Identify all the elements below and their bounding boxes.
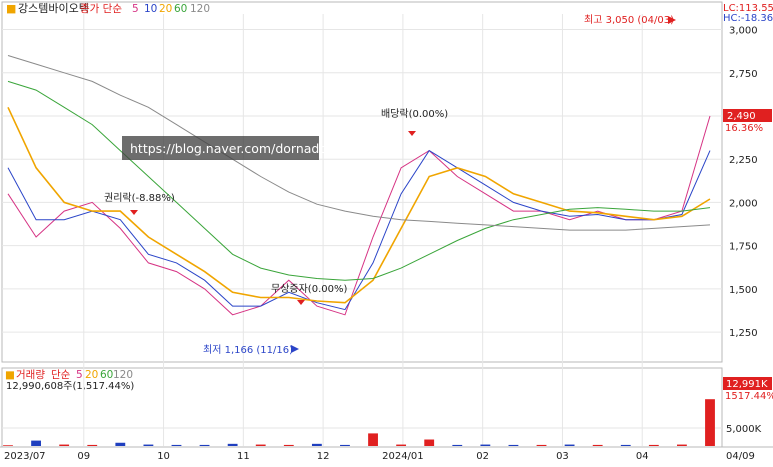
x-tick-label: 04/09 <box>726 451 755 462</box>
volume-bar <box>536 444 547 446</box>
ex-dividend-annotation: 배당락(0.00%) <box>381 108 448 120</box>
volume-bar <box>87 444 98 446</box>
x-tick-label: 09 <box>77 451 90 462</box>
volume-bar <box>227 443 238 446</box>
volume-tag-value: 12,991K <box>726 379 768 390</box>
stock-chart: ■ 강스템바이오텍 종가 단순 5 10 20 60 120 LC:113.55… <box>0 0 773 463</box>
price-tick-label: 2,250 <box>729 155 758 166</box>
x-tick-label: 2023/07 <box>4 451 46 462</box>
volume-legend-ma20: 20 <box>85 369 98 381</box>
volume-bar <box>564 444 575 446</box>
volume-value-readout: 12,990,608주(1,517.44%) <box>6 381 134 392</box>
low-annotation: 최저 1,166 (11/16) <box>203 344 293 356</box>
current-volume-tag: 12,991K 1517.44% <box>723 377 773 402</box>
volume-bar <box>283 444 294 446</box>
x-tick-label: 10 <box>157 451 170 462</box>
legend-marker-icon: ■ <box>5 369 15 381</box>
volume-legend-ma120: 120 <box>113 369 133 381</box>
volume-bar <box>508 444 519 446</box>
volume-bar <box>3 445 13 446</box>
ex-rights-annotation: 권리락(-8.88%) <box>104 192 175 204</box>
volume-bar <box>705 399 715 446</box>
chart-canvas: ■ 강스템바이오텍 종가 단순 5 10 20 60 120 LC:113.55… <box>0 0 773 463</box>
legend-ma5: 5 <box>132 3 139 15</box>
price-tick-label: 1,250 <box>729 328 758 339</box>
volume-ma-label: 단순 <box>51 369 71 381</box>
volume-tag-change: 1517.44% <box>725 391 773 402</box>
volume-bar <box>677 444 687 446</box>
legend-ma10: 10 <box>144 3 157 15</box>
volume-label: 거래량 <box>16 369 45 381</box>
price-legend: ■ 강스템바이오텍 종가 단순 5 10 20 60 120 <box>6 2 210 15</box>
volume-legend-ma60: 60 <box>100 369 113 381</box>
stock-name: 강스템바이오텍 <box>18 2 89 15</box>
volume-tick-label: 5,000K <box>726 424 762 435</box>
x-tick-label: 04 <box>636 451 649 462</box>
price-tick-label: 2,000 <box>729 198 758 209</box>
price-tick-label: 2,750 <box>729 69 758 80</box>
chart-background <box>0 0 773 463</box>
volume-bar <box>31 440 41 446</box>
price-tick-label: 3,000 <box>729 26 758 37</box>
volume-bar <box>620 444 631 446</box>
legend-ma20: 20 <box>159 3 172 15</box>
legend-marker-icon: ■ <box>6 2 16 15</box>
volume-axis: 5,000K <box>726 424 762 435</box>
volume-bar <box>340 444 350 446</box>
price-tick-label: 1,500 <box>729 285 758 296</box>
volume-bar <box>648 444 659 446</box>
volume-bar <box>199 444 210 446</box>
volume-bar <box>255 444 266 446</box>
price-tick-label: 1,750 <box>729 242 758 253</box>
volume-bar <box>115 442 126 446</box>
legend-ma60: 60 <box>174 3 187 15</box>
volume-bar <box>171 444 182 446</box>
legend-ma120: 120 <box>190 3 210 15</box>
volume-bar <box>368 433 378 446</box>
x-tick-label: 11 <box>237 451 250 462</box>
watermark: https://blog.naver.com/dornado <box>122 136 327 160</box>
volume-bar <box>480 444 491 446</box>
capital-increase-annotation: 무상증자(0.00%) <box>271 283 347 295</box>
price-legend-label: 종가 단순 <box>80 3 122 15</box>
high-annotation: 최고 3,050 (04/03) <box>584 14 674 26</box>
volume-bar <box>143 444 154 446</box>
volume-legend: ■ 거래량 단순 5 20 60 120 12,990,608주(1,517.4… <box>5 369 134 392</box>
price-tag-value: 2,490 <box>727 111 756 122</box>
x-tick-label: 2024/01 <box>382 451 424 462</box>
volume-bar <box>396 444 407 446</box>
volume-bar <box>424 439 435 446</box>
price-tag-change: 16.36% <box>725 123 763 134</box>
x-tick-label: 03 <box>556 451 569 462</box>
x-tick-label: 12 <box>317 451 330 462</box>
volume-legend-ma5: 5 <box>76 369 83 381</box>
hc-readout: HC:-18.36 <box>723 13 773 24</box>
volume-bar <box>452 444 463 446</box>
watermark-text: https://blog.naver.com/dornado <box>130 141 327 156</box>
volume-bar <box>311 443 322 446</box>
volume-bar <box>59 444 70 446</box>
volume-bar <box>592 444 603 446</box>
x-tick-label: 02 <box>476 451 489 462</box>
